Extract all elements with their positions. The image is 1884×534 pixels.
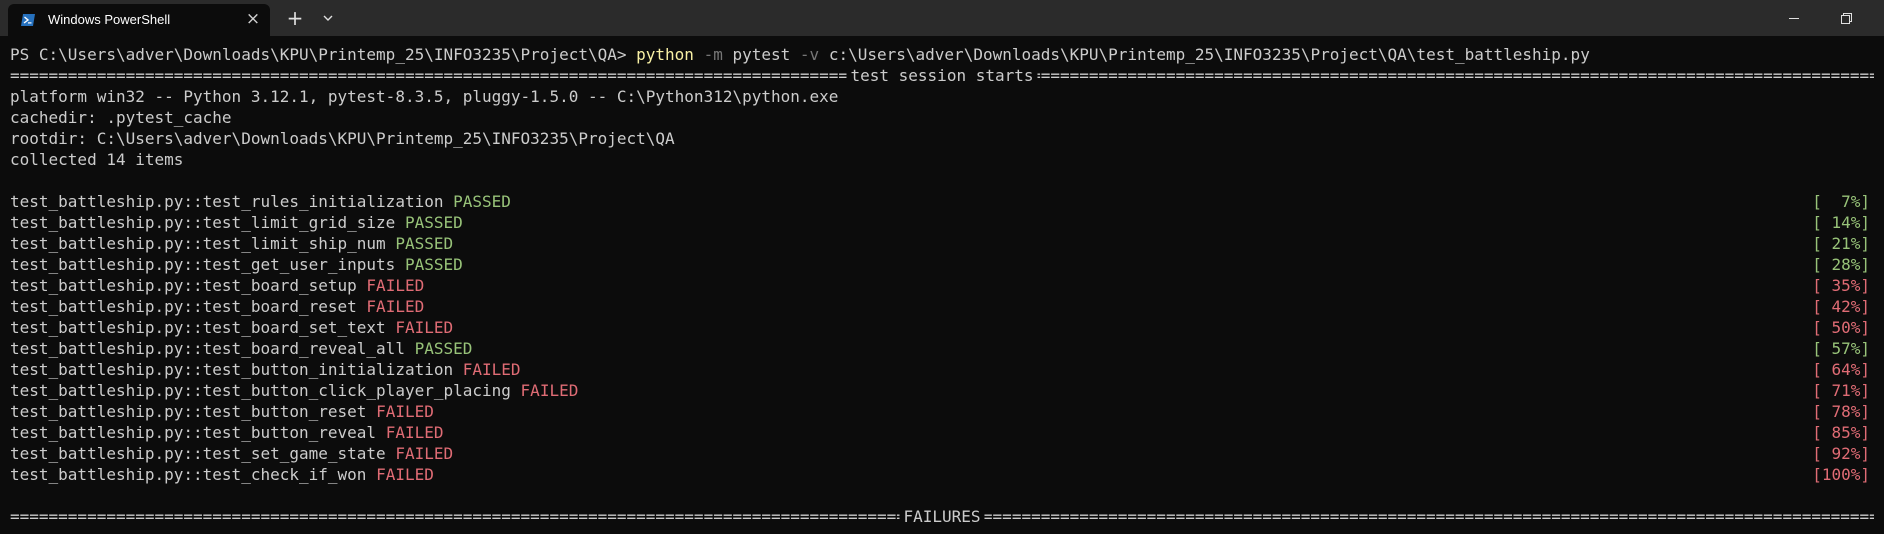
test-status: FAILED [376,402,434,421]
test-name: test_battleship.py::test_get_user_inputs [10,255,396,274]
test-row: test_battleship.py::test_check_if_won FA… [10,464,434,485]
cachedir-line: cachedir: .pytest_cache [10,108,232,127]
test-row: test_battleship.py::test_button_initiali… [10,359,521,380]
command-flag-v: -v [799,45,820,64]
test-name: test_battleship.py::test_rules_initializ… [10,192,444,211]
collected-line: collected 14 items [10,150,184,169]
failures-separator: ========================================… [10,506,1874,527]
test-row: test_battleship.py::test_button_reset FA… [10,401,434,422]
command-python: python [636,45,694,64]
test-row: test_battleship.py::test_board_reset FAI… [10,296,424,317]
minimize-icon[interactable] [1782,6,1806,30]
command-path: c:\Users\adver\Downloads\KPU\Printemp_25… [828,45,1590,64]
test-progress-percent: [ 35%] [1812,276,1870,295]
test-progress-percent: [ 14%] [1812,213,1870,232]
plus-icon[interactable]: + [283,6,307,30]
test-progress-percent: [ 64%] [1812,360,1870,379]
test-progress-percent: [100%] [1812,465,1870,484]
terminal-output[interactable]: PS C:\Users\adver\Downloads\KPU\Printemp… [0,36,1884,534]
test-row: test_battleship.py::test_limit_grid_size… [10,212,463,233]
test-name: test_battleship.py::test_board_setup [10,276,357,295]
test-status: FAILED [366,276,425,295]
close-icon[interactable]: × [242,8,264,30]
test-status: PASSED [453,192,511,211]
test-row: test_battleship.py::test_set_game_state … [10,443,453,464]
test-progress-percent: [ 85%] [1812,423,1870,442]
test-row: test_battleship.py::test_button_click_pl… [10,380,578,401]
test-row: test_battleship.py::test_get_user_inputs… [10,254,463,275]
test-status: PASSED [395,234,454,253]
prompt-line: PS C:\Users\adver\Downloads\KPU\Printemp… [10,44,1590,65]
tab-title: Windows PowerShell [48,12,171,27]
test-progress-percent: [ 71%] [1812,381,1870,400]
test-name: test_battleship.py::test_button_click_pl… [10,381,511,400]
powershell-icon [20,12,36,28]
command-module: pytest [732,45,791,64]
test-status: FAILED [366,297,425,316]
test-status: PASSED [404,213,463,232]
test-progress-percent: [ 28%] [1812,255,1870,274]
session-header: test session starts [846,65,1038,86]
test-status: FAILED [376,465,434,484]
test-name: test_battleship.py::test_board_reveal_al… [10,339,405,358]
test-name: test_battleship.py::test_limit_grid_size [10,213,396,232]
test-status: PASSED [404,255,463,274]
test-progress-percent: [ 50%] [1812,318,1870,337]
test-name: test_battleship.py::test_button_reset [10,402,367,421]
test-name: test_battleship.py::test_board_reset [10,297,357,316]
test-status: FAILED [395,444,454,463]
platform-line: platform win32 -- Python 3.12.1, pytest-… [10,87,839,106]
test-name: test_battleship.py::test_set_game_state [10,444,386,463]
maximize-icon[interactable] [1834,6,1858,30]
tab-windows-powershell[interactable]: Windows PowerShell × [8,4,270,36]
test-status: FAILED [462,360,521,379]
test-progress-percent: [ 42%] [1812,297,1870,316]
test-progress-percent: [ 21%] [1812,234,1870,253]
command-flag-m: -m [703,45,723,64]
test-row: test_battleship.py::test_board_set_text … [10,317,453,338]
test-status: FAILED [520,381,579,400]
test-progress-percent: [ 7%] [1812,192,1870,211]
test-status: FAILED [395,318,454,337]
test-status: FAILED [385,423,444,442]
test-name: test_battleship.py::test_check_if_won [10,465,367,484]
test-progress-percent: [ 57%] [1812,339,1870,358]
test-row: test_battleship.py::test_board_setup FAI… [10,275,424,296]
test-status: PASSED [414,339,473,358]
test-name: test_battleship.py::test_limit_ship_num [10,234,386,253]
test-row: test_battleship.py::test_rules_initializ… [10,191,511,212]
session-separator: ========================================… [10,65,1874,86]
title-bar: Windows PowerShell × + [0,0,1884,36]
test-progress-percent: [ 78%] [1812,402,1870,421]
test-name: test_battleship.py::test_board_set_text [10,318,386,337]
failures-header: FAILURES [899,506,985,527]
test-row: test_battleship.py::test_board_reveal_al… [10,338,472,359]
test-row: test_battleship.py::test_limit_ship_num … [10,233,453,254]
test-name: test_battleship.py::test_button_initiali… [10,360,454,379]
rootdir-line: rootdir: C:\Users\adver\Downloads\KPU\Pr… [10,129,675,148]
test-name: test_battleship.py::test_button_reveal [10,423,377,442]
chevron-down-icon[interactable] [318,8,338,28]
test-row: test_battleship.py::test_button_reveal F… [10,422,443,443]
prompt-text: PS C:\Users\adver\Downloads\KPU\Printemp… [10,45,637,64]
test-progress-percent: [ 92%] [1812,444,1870,463]
